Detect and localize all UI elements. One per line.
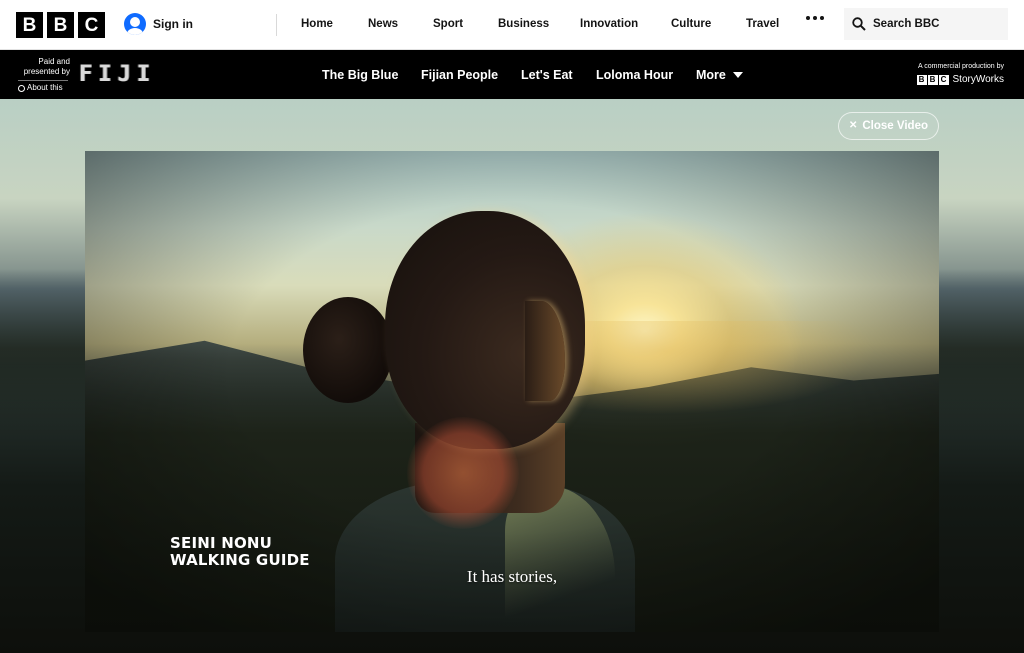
paid-line-2: presented by: [23, 67, 70, 76]
story-nav-fijian-people[interactable]: Fijian People: [421, 68, 498, 82]
commercial-credit: A commercial production by B B C StoryWo…: [916, 62, 1005, 85]
mini-bbc-letter-b2: B: [927, 75, 938, 85]
video-subtitle: It has stories,: [466, 567, 558, 586]
account-icon: [124, 13, 146, 35]
nav-travel[interactable]: Travel: [746, 18, 779, 30]
chevron-down-icon[interactable]: [733, 72, 743, 78]
about-this-link[interactable]: About this: [18, 83, 70, 93]
speaker-name: SEINI NONU: [170, 534, 273, 552]
story-nav-more[interactable]: More: [696, 68, 726, 82]
ellipsis-icon[interactable]: [806, 16, 824, 20]
speaker-caption: SEINI NONU WALKING GUIDE: [170, 535, 310, 569]
story-nav-lets-eat[interactable]: Let's Eat: [521, 68, 573, 82]
nav-culture[interactable]: Culture: [671, 18, 711, 30]
commercial-label: A commercial production by: [918, 63, 1004, 70]
bbc-logo-letter-b2: B: [47, 12, 74, 38]
close-icon: ✕: [848, 120, 858, 131]
search-button[interactable]: Search BBC: [844, 8, 1008, 40]
nav-home[interactable]: Home: [301, 18, 333, 30]
paid-notice: Paid and presented by About this: [18, 57, 70, 93]
close-video-label: Close Video: [862, 120, 928, 132]
paid-line-1: Paid and: [38, 57, 70, 66]
close-video-button[interactable]: ✕ Close Video: [838, 112, 939, 140]
fiji-logo[interactable]: FIJI: [79, 64, 156, 86]
sign-in-label: Sign in: [153, 17, 193, 31]
bbc-storyworks-logo[interactable]: B B C StoryWorks: [916, 74, 1005, 85]
bbc-logo-letter-b1: B: [16, 12, 43, 38]
search-label: Search BBC: [873, 18, 940, 30]
nav-sport[interactable]: Sport: [433, 18, 463, 30]
nav-innovation[interactable]: Innovation: [580, 18, 638, 30]
nav-news[interactable]: News: [368, 18, 398, 30]
about-this-label: About this: [27, 83, 63, 92]
sponsor-bar: Paid and presented by About this FIJI Th…: [0, 51, 1024, 99]
storyworks-label: StoryWorks: [952, 74, 1005, 85]
mini-bbc-letter-c: C: [938, 75, 949, 85]
nav-business[interactable]: Business: [498, 18, 549, 30]
paid-divider: [18, 80, 68, 81]
story-nav-the-big-blue[interactable]: The Big Blue: [322, 68, 398, 82]
mini-bbc-letter-b1: B: [916, 75, 927, 85]
mini-bbc-logo: B B C: [916, 75, 949, 85]
bbc-logo[interactable]: B B C: [16, 12, 105, 38]
search-icon: [852, 17, 866, 31]
sign-in-button[interactable]: Sign in: [124, 13, 193, 35]
bbc-header: B B C Sign in Home News Sport Business I…: [0, 0, 1024, 50]
story-nav-loloma-hour[interactable]: Loloma Hour: [596, 68, 673, 82]
info-icon: [18, 84, 25, 92]
video-hero: ✕ Close Video SEINI NONU WALKING GUIDE I…: [0, 99, 1024, 653]
bbc-logo-letter-c: C: [78, 12, 105, 38]
header-divider: [276, 14, 277, 36]
